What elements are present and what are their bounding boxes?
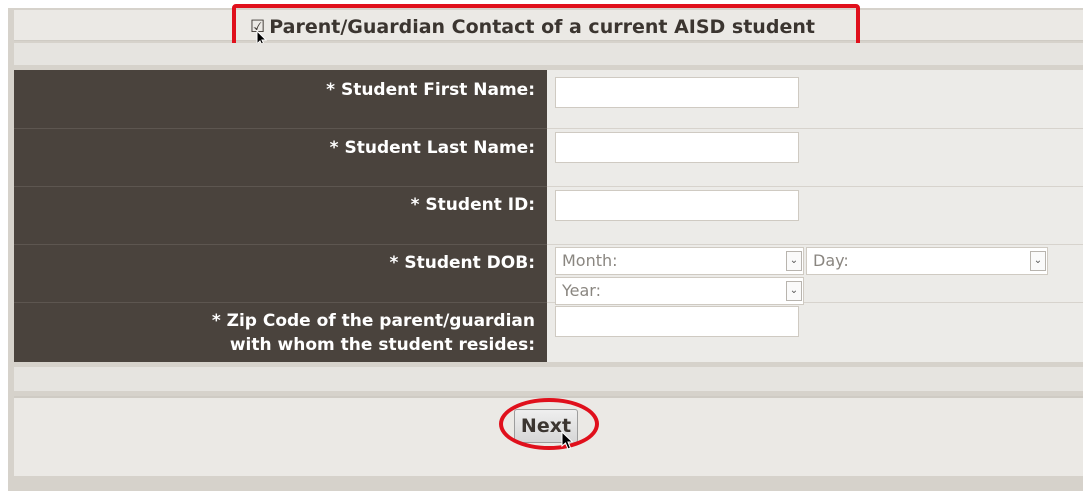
dob-month-select[interactable]: Month: ⌄ <box>555 247 804 275</box>
dob-month-value: Month: <box>562 251 618 270</box>
dob-day-value: Day: <box>813 251 849 270</box>
row-divider <box>547 186 1083 187</box>
chevron-down-icon[interactable]: ⌄ <box>1030 251 1046 271</box>
zip-label-line2: with whom the student resides: <box>229 335 535 355</box>
row-divider <box>14 302 547 303</box>
footer-spacer <box>14 367 1083 391</box>
chevron-down-icon[interactable]: ⌄ <box>786 251 802 271</box>
dob-label: * Student DOB: <box>389 253 535 273</box>
row-divider <box>14 128 547 129</box>
zip-code-field[interactable] <box>555 306 799 337</box>
first-name-field[interactable] <box>555 77 799 108</box>
header-spacer <box>14 43 1083 65</box>
zip-label-line1: * Zip Code of the parent/guardian <box>211 311 535 331</box>
row-divider <box>547 128 1083 129</box>
row-divider <box>14 244 547 245</box>
last-name-field[interactable] <box>555 132 799 163</box>
chevron-down-icon[interactable]: ⌄ <box>786 281 802 301</box>
student-id-field[interactable] <box>555 190 799 221</box>
student-id-label: * Student ID: <box>410 195 535 215</box>
row-divider <box>547 244 1083 245</box>
dob-day-select[interactable]: Day: ⌄ <box>806 247 1048 275</box>
row-divider <box>14 186 547 187</box>
cursor-icon <box>561 431 574 450</box>
last-name-label: * Student Last Name: <box>329 138 535 158</box>
dob-year-select[interactable]: Year: ⌄ <box>555 277 804 305</box>
first-name-label: * Student First Name: <box>326 80 535 100</box>
annotation-highlight-ellipse <box>499 398 599 450</box>
student-form: * Student First Name: * Student Last Nam… <box>14 70 1083 362</box>
dob-year-value: Year: <box>562 281 601 300</box>
